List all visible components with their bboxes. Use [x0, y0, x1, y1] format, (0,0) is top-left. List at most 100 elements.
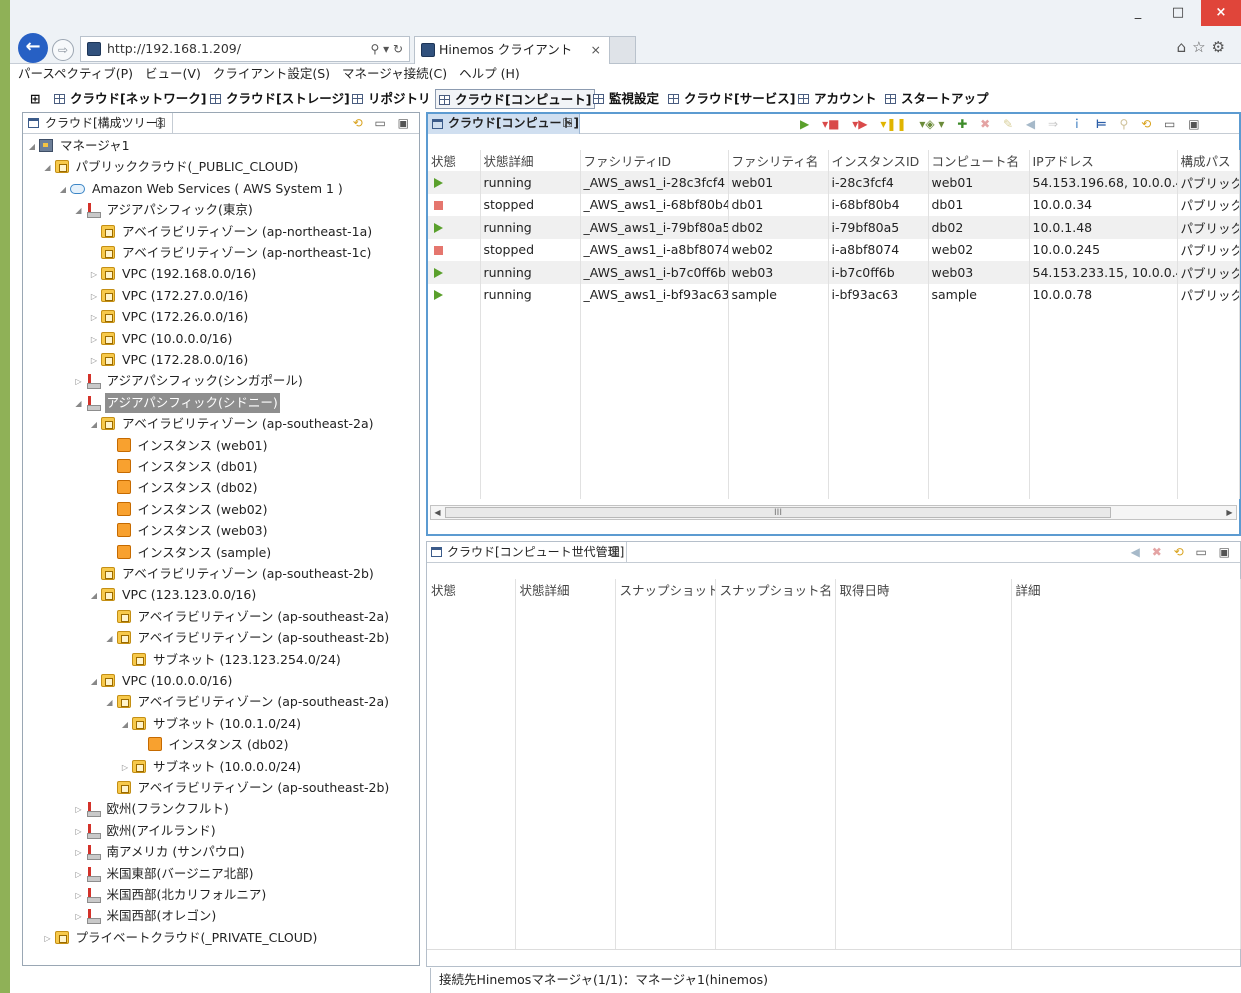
expand-icon[interactable]: ▷: [89, 287, 99, 307]
expand-icon[interactable]: ▷: [89, 330, 99, 350]
perspective-cloud-compute[interactable]: クラウド[コンピュート]: [435, 89, 596, 109]
tree-node[interactable]: ▷ 南アメリカ (サンパウロ): [74, 842, 247, 862]
refresh-icon[interactable]: ⟲: [1141, 117, 1151, 131]
tree-node[interactable]: ◢ VPC (10.0.0.0/16): [89, 671, 234, 691]
perspective-monitor-settings[interactable]: 監視設定: [593, 89, 659, 109]
close-view-icon[interactable]: ☒: [609, 542, 620, 562]
tree-node[interactable]: ▷ 米国東部(バージニア北部): [74, 864, 256, 884]
collapse-icon[interactable]: ◢: [74, 394, 84, 414]
tree-node[interactable]: インスタンス (web01): [105, 436, 270, 456]
delete-icon[interactable]: ✖: [980, 117, 990, 131]
tree-node[interactable]: アベイラビリティゾーン (ap-northeast-1a): [89, 222, 374, 242]
collapse-icon[interactable]: ◢: [27, 137, 37, 157]
expand-icon[interactable]: ▷: [74, 822, 84, 842]
tab-close-icon[interactable]: ×: [591, 37, 601, 63]
table-row[interactable]: running _AWS_aws1_i-b7c0ff6b web03 i-b7c0ff…: [428, 261, 1240, 284]
column-header[interactable]: インスタンスID: [828, 150, 929, 171]
expand-icon[interactable]: ▷: [74, 843, 84, 863]
close-window-button[interactable]: ×: [1201, 0, 1241, 26]
column-header[interactable]: スナップショットID: [615, 579, 716, 600]
column-header[interactable]: 状態: [428, 150, 481, 171]
tree-node[interactable]: インスタンス (web03): [105, 521, 270, 541]
column-header[interactable]: スナップショット名: [715, 579, 836, 600]
expand-icon[interactable]: ▷: [74, 372, 84, 392]
collapse-icon[interactable]: ◢: [89, 586, 99, 606]
menu-perspective[interactable]: パースペクティブ(P): [18, 66, 133, 81]
suspend-icon[interactable]: ▾❚❚: [880, 117, 906, 131]
detach-icon[interactable]: ⇒: [1048, 117, 1058, 131]
tree-node[interactable]: ◢ アジアパシフィック(シドニー): [74, 392, 280, 414]
tree-node[interactable]: ▷ 欧州(アイルランド): [74, 821, 218, 841]
tree-node[interactable]: アベイラビリティゾーン (ap-southeast-2b): [105, 778, 392, 798]
table-row[interactable]: running _AWS_aws1_i-79bf80a5 db02 i-79bf80a…: [428, 216, 1240, 239]
close-view-icon[interactable]: ☒: [562, 114, 573, 133]
tree-node[interactable]: ▷ プライベートクラウド(_PRIVATE_CLOUD): [43, 928, 320, 948]
perspective-cloud-network[interactable]: クラウド[ネットワーク]: [54, 89, 206, 109]
tree-node[interactable]: アベイラビリティゾーン (ap-southeast-2a): [105, 607, 392, 627]
tree-node[interactable]: ◢ アジアパシフィック(東京): [74, 200, 255, 220]
tree-node[interactable]: ◢ アベイラビリティゾーン (ap-southeast-2a): [89, 414, 376, 434]
address-bar[interactable]: http://192.168.1.209/ ⚲ ▾ ↻: [80, 36, 410, 62]
cloud-compute-tab[interactable]: クラウド[コンピュート] ☒: [428, 114, 580, 134]
info-icon[interactable]: ｉ: [1071, 117, 1083, 131]
tree-node[interactable]: ◢ サブネット (10.0.1.0/24): [120, 714, 303, 734]
search-refresh-icons[interactable]: ⚲ ▾ ↻: [371, 37, 404, 61]
tree-node[interactable]: ▷ 欧州(フランクフルト): [74, 799, 231, 819]
tree-node[interactable]: インスタンス (db02): [105, 478, 260, 498]
collapse-icon[interactable]: ◢: [120, 715, 130, 735]
tree-node[interactable]: インスタンス (sample): [105, 543, 274, 563]
scroll-right-icon[interactable]: ▶: [1223, 506, 1236, 519]
filter-icon[interactable]: ⚲: [1120, 117, 1129, 131]
maximize-view-icon[interactable]: ▣: [1188, 117, 1199, 131]
tree-node[interactable]: インスタンス (web02): [105, 500, 270, 520]
tree-node[interactable]: ◢ アベイラビリティゾーン (ap-southeast-2b): [105, 628, 392, 648]
browser-tab[interactable]: Hinemos クライアント ×: [414, 36, 610, 64]
expand-icon[interactable]: ▷: [74, 907, 84, 927]
collapse-icon[interactable]: ◢: [43, 158, 53, 178]
perspective-cloud-service[interactable]: クラウド[サービス]: [668, 89, 795, 109]
expand-icon[interactable]: ▷: [74, 886, 84, 906]
menu-view[interactable]: ビュー(V): [145, 66, 201, 81]
new-tab-button[interactable]: [610, 36, 636, 64]
table-row[interactable]: stopped _AWS_aws1_i-a8bf8074 web02 i-a8bf80…: [428, 238, 1240, 261]
column-header[interactable]: 状態詳細: [480, 150, 581, 171]
perspective-repository[interactable]: リポジトリ: [352, 89, 431, 109]
column-header[interactable]: 構成パス: [1177, 150, 1240, 171]
tree-node[interactable]: ▷ 米国西部(オレゴン): [74, 906, 219, 926]
tree-node[interactable]: インスタンス (db01): [105, 457, 260, 477]
view-controls[interactable]: ⟲ ▭ ▣: [353, 113, 413, 134]
tree-node[interactable]: インスタンス (db02): [136, 735, 291, 755]
add-icon[interactable]: ✚: [957, 117, 967, 131]
tree-node[interactable]: アベイラビリティゾーン (ap-northeast-1c): [89, 243, 373, 263]
browser-toolbar-icons[interactable]: ⌂☆⚙: [1177, 38, 1231, 56]
open-perspective-icon[interactable]: ⊞: [30, 89, 40, 109]
tree-node[interactable]: ▷ VPC (172.27.0.0/16): [89, 286, 250, 306]
expand-icon[interactable]: ▷: [89, 308, 99, 328]
tree-node[interactable]: ▷ VPC (10.0.0.0/16): [89, 329, 234, 349]
expand-icon[interactable]: ▷: [74, 800, 84, 820]
tree-icon[interactable]: ⊨: [1096, 117, 1107, 131]
collapse-icon[interactable]: ◢: [74, 201, 84, 221]
snapshot-icon[interactable]: ▾◈ ▾: [919, 117, 944, 131]
collapse-icon[interactable]: ◢: [105, 629, 115, 649]
forward-button[interactable]: ⇨: [52, 39, 74, 61]
close-view-icon[interactable]: ☒: [155, 113, 166, 133]
tree-node[interactable]: ◢ アベイラビリティゾーン (ap-southeast-2a): [105, 692, 392, 712]
view-controls[interactable]: ◀ ✖ ⟲ ▭ ▣: [1131, 542, 1234, 563]
stop-icon[interactable]: ▾■: [822, 117, 839, 131]
column-header[interactable]: 状態詳細: [515, 579, 616, 600]
table-row[interactable]: running _AWS_aws1_i-28c3fcf4 web01 i-28c3fc…: [428, 171, 1240, 194]
tree-node[interactable]: ◢ パブリッククラウド(_PUBLIC_CLOUD): [43, 157, 301, 177]
minimize-button[interactable]: _: [1119, 0, 1157, 26]
column-header[interactable]: IPアドレス: [1029, 150, 1178, 171]
tree-node[interactable]: サブネット (123.123.254.0/24): [120, 650, 343, 670]
maximize-button[interactable]: □: [1159, 0, 1197, 26]
tree-node[interactable]: ▷ VPC (172.28.0.0/16): [89, 350, 250, 370]
menu-manager-connect[interactable]: マネージャ接続(C): [342, 66, 447, 81]
back-button[interactable]: ←: [18, 33, 48, 63]
start-icon[interactable]: ▶: [800, 117, 809, 131]
expand-icon[interactable]: ▷: [74, 865, 84, 885]
tree-node[interactable]: ▷ VPC (192.168.0.0/16): [89, 264, 258, 284]
expand-icon[interactable]: ▷: [89, 351, 99, 371]
scrollbar-thumb[interactable]: III: [445, 507, 1111, 518]
